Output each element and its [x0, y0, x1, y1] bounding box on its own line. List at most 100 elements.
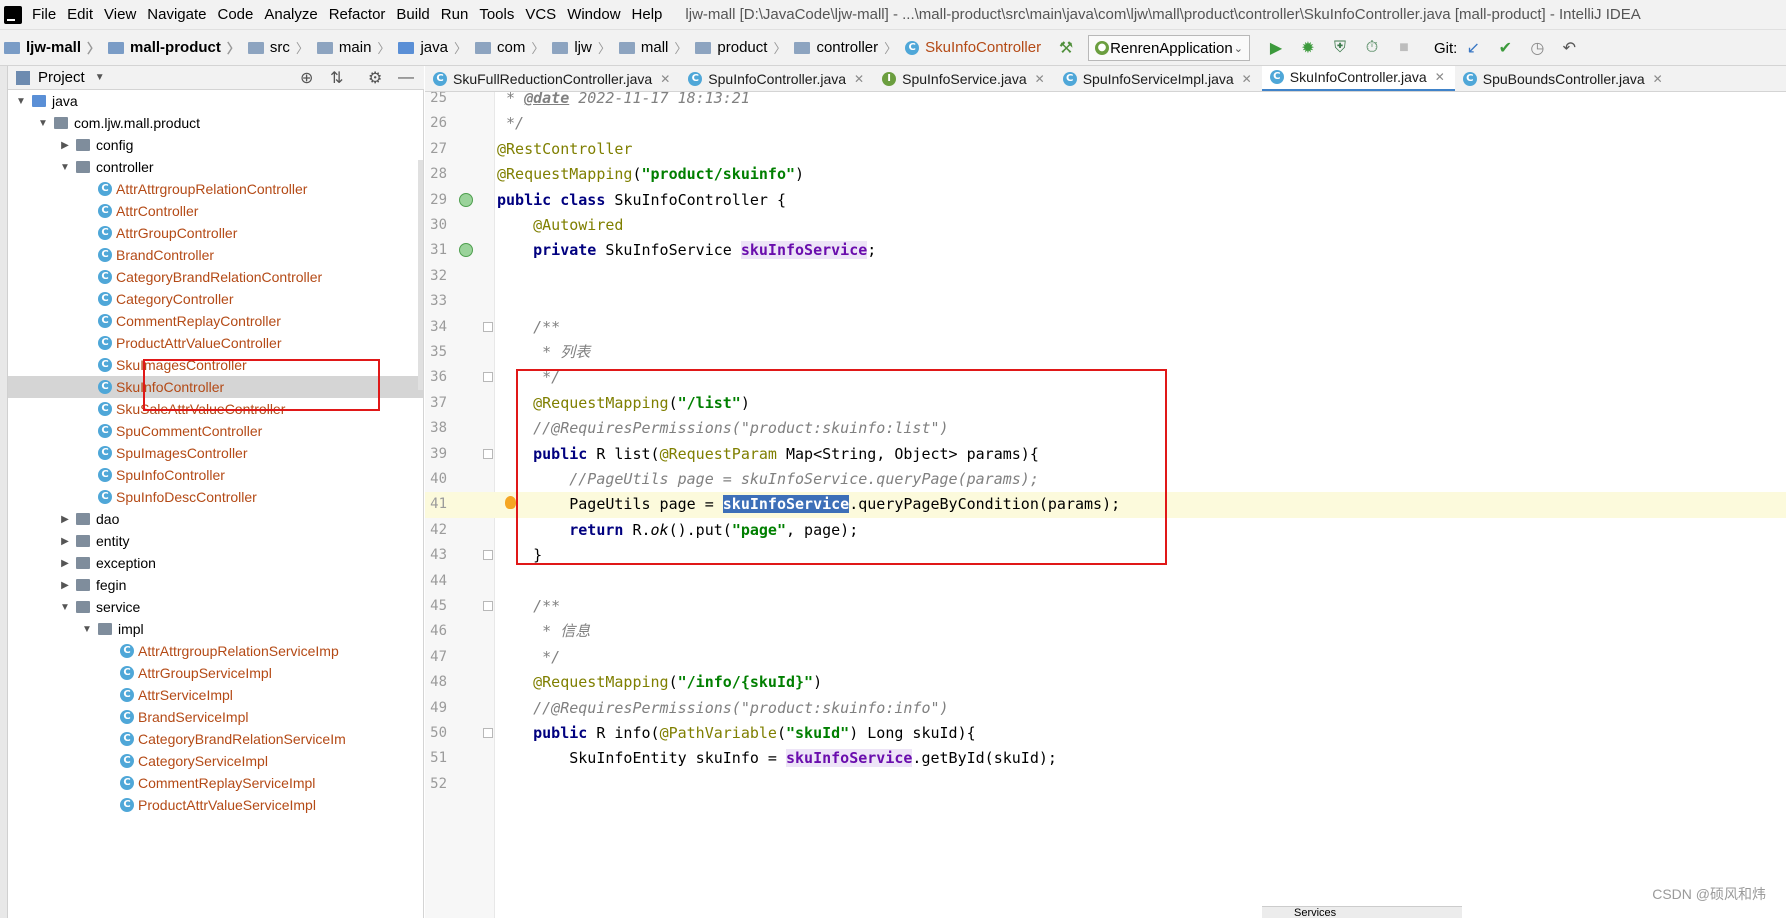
code-line[interactable]: 30 @Autowired — [425, 213, 1786, 238]
collapse-right-icon[interactable]: ▶ — [58, 514, 72, 525]
tree-item-package[interactable]: ▶dao — [8, 508, 424, 530]
tree-item-package[interactable]: ▼impl — [8, 618, 424, 640]
tree-item-class[interactable]: CAttrGroupController — [8, 222, 424, 244]
code-line[interactable]: 48 @RequestMapping("/info/{skuId}") — [425, 670, 1786, 695]
fold-marker-icon[interactable] — [483, 728, 493, 738]
tree-item-class[interactable]: CAttrGroupServiceImpl — [8, 662, 424, 684]
tree-item-class[interactable]: CCategoryServiceImpl — [8, 750, 424, 772]
code-line[interactable]: 51 SkuInfoEntity skuInfo = skuInfoServic… — [425, 746, 1786, 771]
coverage-icon[interactable]: ⛨ — [1328, 36, 1352, 60]
tree-item-package[interactable]: ▶exception — [8, 552, 424, 574]
code-line[interactable]: 41 PageUtils page = skuInfoService.query… — [425, 492, 1786, 517]
build-hammer-icon[interactable]: ⚒ — [1054, 36, 1078, 60]
menu-window[interactable]: Window — [563, 0, 624, 30]
code-line[interactable]: 27@RestController — [425, 137, 1786, 162]
git-update-arrow-icon[interactable]: ↙ — [1461, 36, 1485, 60]
collapse-right-icon[interactable]: ▶ — [58, 580, 72, 591]
tree-item-package[interactable]: ▶entity — [8, 530, 424, 552]
services-tab[interactable]: Services — [1262, 906, 1462, 918]
code-line[interactable]: 36 */ — [425, 365, 1786, 390]
close-icon[interactable]: ✕ — [1035, 72, 1045, 86]
code-editor[interactable]: 25 * @date 2022-11-17 18:13:2126 */27@Re… — [425, 92, 1786, 918]
tree-scrollbar[interactable] — [418, 160, 424, 390]
debug-bug-icon[interactable]: ✹ — [1296, 36, 1320, 60]
code-line[interactable]: 25 * @date 2022-11-17 18:13:21 — [425, 92, 1786, 111]
fold-marker-icon[interactable] — [483, 322, 493, 332]
tree-item-package[interactable]: ▼controller — [8, 156, 424, 178]
code-line[interactable]: 44 — [425, 569, 1786, 594]
run-configuration-select[interactable]: ● RenrenApplication ⌄ — [1088, 35, 1250, 61]
editor-tab[interactable]: CSpuInfoController.java✕ — [680, 66, 874, 92]
locate-target-icon[interactable]: ⊕ — [300, 68, 313, 88]
code-line[interactable]: 26 */ — [425, 111, 1786, 136]
editor-tab[interactable]: CSpuInfoServiceImpl.java✕ — [1055, 66, 1262, 92]
project-view-label[interactable]: Project — [38, 69, 85, 86]
menu-vcs[interactable]: VCS — [521, 0, 560, 30]
collapse-all-icon[interactable]: ⇅ — [330, 68, 343, 88]
breadcrumb-class[interactable]: CSkuInfoController — [901, 39, 1041, 56]
tree-item-class[interactable]: CSkuInfoController — [8, 376, 424, 398]
expand-down-icon[interactable]: ▼ — [58, 602, 72, 613]
collapse-right-icon[interactable]: ▶ — [58, 140, 72, 151]
code-line[interactable]: 49 //@RequiresPermissions("product:skuin… — [425, 696, 1786, 721]
breadcrumb-mall[interactable]: mall〉 — [615, 38, 688, 57]
tree-item-class[interactable]: CSpuImagesController — [8, 442, 424, 464]
code-line[interactable]: 29public class SkuInfoController { — [425, 188, 1786, 213]
tree-item-class[interactable]: CAttrAttrgroupRelationController — [8, 178, 424, 200]
breadcrumb-product[interactable]: product〉 — [691, 38, 786, 57]
tree-item-class[interactable]: CProductAttrValueServiceImpl — [8, 794, 424, 816]
tree-item-class[interactable]: CAttrController — [8, 200, 424, 222]
stop-icon[interactable]: ■ — [1392, 36, 1416, 60]
breadcrumb-ljw[interactable]: ljw〉 — [548, 38, 611, 57]
tree-item-class[interactable]: CCategoryController — [8, 288, 424, 310]
tree-item-package[interactable]: ▶config — [8, 134, 424, 156]
editor-tab[interactable]: ISpuInfoService.java✕ — [874, 66, 1055, 92]
history-clock-icon[interactable]: ◷ — [1525, 36, 1549, 60]
tree-item-class[interactable]: CProductAttrValueController — [8, 332, 424, 354]
code-line[interactable]: 28@RequestMapping("product/skuinfo") — [425, 162, 1786, 187]
menu-view[interactable]: View — [100, 0, 140, 30]
menu-tools[interactable]: Tools — [475, 0, 518, 30]
tree-item-class[interactable]: CCommentReplayServiceImpl — [8, 772, 424, 794]
breadcrumb-project[interactable]: ljw-mall〉 — [0, 38, 100, 57]
menu-analyze[interactable]: Analyze — [260, 0, 321, 30]
tree-item-package[interactable]: ▼com.ljw.mall.product — [8, 112, 424, 134]
menu-run[interactable]: Run — [437, 0, 473, 30]
menu-navigate[interactable]: Navigate — [143, 0, 210, 30]
code-line[interactable]: 46 * 信息 — [425, 619, 1786, 644]
code-line[interactable]: 39 public R list(@RequestParam Map<Strin… — [425, 442, 1786, 467]
fold-marker-icon[interactable] — [483, 601, 493, 611]
code-line[interactable]: 37 @RequestMapping("/list") — [425, 391, 1786, 416]
menu-help[interactable]: Help — [628, 0, 667, 30]
code-line[interactable]: 43 } — [425, 543, 1786, 568]
menu-build[interactable]: Build — [392, 0, 433, 30]
close-icon[interactable]: ✕ — [1435, 70, 1445, 84]
close-icon[interactable]: ✕ — [1242, 72, 1252, 86]
tree-item-class[interactable]: CCommentReplayController — [8, 310, 424, 332]
breadcrumb-controller[interactable]: controller〉 — [790, 38, 897, 57]
editor-tab[interactable]: CSpuBoundsController.java✕ — [1455, 66, 1673, 92]
tree-item-package[interactable]: ▶fegin — [8, 574, 424, 596]
expand-down-icon[interactable]: ▼ — [80, 624, 94, 635]
fold-marker-icon[interactable] — [483, 372, 493, 382]
spring-bean-gutter-icon[interactable] — [459, 243, 473, 257]
breadcrumb-module[interactable]: mall-product〉 — [104, 38, 240, 57]
editor-tab[interactable]: CSkuFullReductionController.java✕ — [425, 66, 680, 92]
expand-down-icon[interactable]: ▼ — [36, 118, 50, 129]
close-icon[interactable]: ✕ — [854, 72, 864, 86]
collapse-right-icon[interactable]: ▶ — [58, 536, 72, 547]
fold-marker-icon[interactable] — [483, 449, 493, 459]
collapse-right-icon[interactable]: ▶ — [58, 558, 72, 569]
breadcrumb-main[interactable]: main〉 — [313, 38, 391, 57]
profile-icon[interactable]: ⏱ — [1360, 36, 1384, 60]
code-line[interactable]: 50 public R info(@PathVariable("skuId") … — [425, 721, 1786, 746]
rollback-undo-icon[interactable]: ↶ — [1557, 36, 1581, 60]
code-line[interactable]: 47 */ — [425, 645, 1786, 670]
menu-refactor[interactable]: Refactor — [325, 0, 390, 30]
close-icon[interactable]: ✕ — [660, 72, 670, 86]
expand-down-icon[interactable]: ▼ — [58, 162, 72, 173]
code-line[interactable]: 45 /** — [425, 594, 1786, 619]
tree-item-class[interactable]: CSkuImagesController — [8, 354, 424, 376]
tree-item-package[interactable]: ▼service — [8, 596, 424, 618]
tree-item-class[interactable]: CCategoryBrandRelationController — [8, 266, 424, 288]
